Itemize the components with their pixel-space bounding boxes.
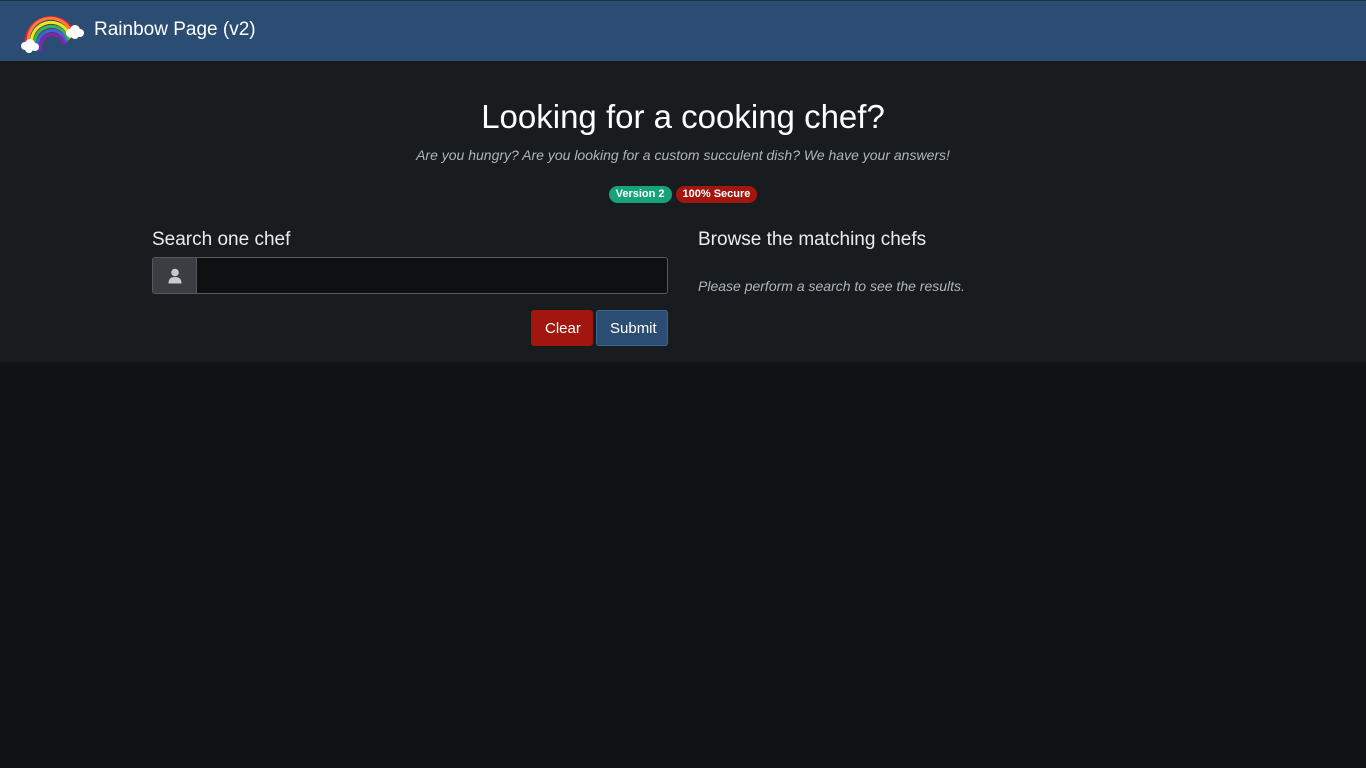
submit-button[interactable]: Submit [596, 310, 668, 346]
page-subtitle: Are you hungry? Are you looking for a cu… [416, 147, 950, 163]
user-icon [168, 268, 181, 283]
badges: Version 2 100% Secure [0, 186, 1366, 203]
hero-section: Looking for a cooking chef? Are you hung… [0, 61, 1366, 362]
version-badge: Version 2 [608, 186, 672, 203]
search-label: Search one chef [152, 229, 291, 250]
search-buttons: Clear Submit [531, 310, 668, 346]
results-empty-text: Please perform a search to see the resul… [698, 278, 965, 294]
results-heading: Browse the matching chefs [698, 229, 927, 250]
search-input-group [152, 257, 668, 294]
secure-badge: 100% Secure [675, 186, 758, 203]
clear-button[interactable]: Clear [531, 310, 593, 346]
navbar: Rainbow Page (v2) [0, 0, 1366, 61]
brand-title[interactable]: Rainbow Page (v2) [94, 18, 256, 42]
input-addon [152, 257, 196, 294]
rainbow-logo-icon[interactable] [18, 9, 84, 53]
page-title: Looking for a cooking chef? [481, 98, 885, 135]
chef-search-input[interactable] [196, 257, 668, 294]
